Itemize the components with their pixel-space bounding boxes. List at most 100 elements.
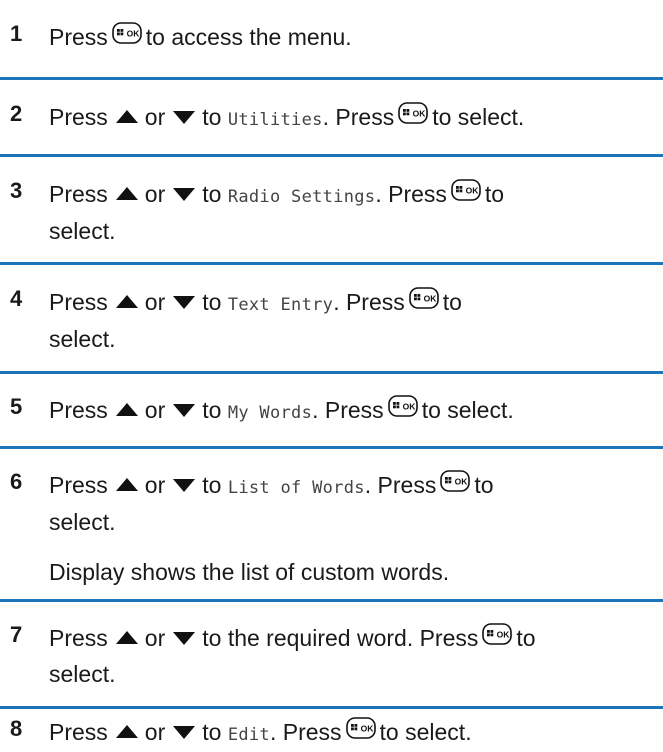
- svg-text:OK: OK: [497, 629, 511, 639]
- menu-item-name: Text Entry: [227, 295, 334, 315]
- menu-ok-key-icon: OK: [111, 19, 142, 53]
- menu-ok-key-glyph: OK: [451, 179, 481, 201]
- step-result-text: Display shows the list of custom words.: [49, 559, 450, 585]
- step-text: Press or to the required word. Press OK to s…: [49, 621, 655, 691]
- down-arrow-icon: [173, 296, 196, 310]
- svg-text:OK: OK: [360, 723, 374, 733]
- step-text-part: or: [144, 719, 166, 745]
- menu-ok-key-glyph: OK: [387, 395, 418, 417]
- down-arrow-icon: [173, 479, 196, 493]
- step-text-part: to: [202, 181, 222, 207]
- step-text-part: Press: [49, 472, 108, 498]
- menu-ok-key-glyph: OK: [408, 287, 439, 309]
- step-divider: [0, 446, 663, 449]
- step-text-part: select.: [49, 326, 116, 352]
- step-text-part: to select.: [432, 104, 525, 130]
- step-text: Press or to My Words. Press OK to select.: [49, 393, 655, 430]
- down-arrow-icon: [173, 726, 196, 740]
- step-text-part: select.: [49, 660, 116, 687]
- step-text-part: to: [202, 397, 222, 423]
- step-text-part: to access the menu.: [145, 24, 352, 50]
- step-text-part: to: [202, 472, 222, 498]
- menu-ok-key-glyph: OK: [398, 102, 429, 124]
- step-text-part: Press: [49, 24, 108, 50]
- up-arrow-icon: [115, 478, 138, 492]
- menu-ok-key-glyph: OK: [482, 623, 513, 645]
- up-arrow-icon: [115, 403, 138, 417]
- step-divider: [0, 77, 663, 80]
- step-text-part: . Press: [375, 181, 447, 207]
- up-arrow-icon: [115, 295, 138, 309]
- step-number: 6: [10, 469, 23, 494]
- step-text-part: to select.: [379, 719, 472, 745]
- step-text-part: or: [144, 104, 166, 130]
- svg-text:OK: OK: [455, 476, 469, 486]
- step-text: Press or to Edit. Press OK to select.: [49, 715, 655, 752]
- step-text: Press or to Radio Settings. Press OK to sele…: [49, 177, 655, 248]
- menu-item-name: Utilities: [227, 110, 323, 130]
- step-number: 7: [10, 622, 23, 647]
- step-text-part: or: [144, 289, 166, 315]
- up-arrow-icon: [115, 725, 138, 739]
- up-arrow-icon: [115, 187, 138, 201]
- step-number: 5: [10, 394, 23, 419]
- menu-ok-key-glyph: OK: [345, 717, 376, 739]
- up-arrow-icon: [115, 631, 138, 645]
- step-number: 4: [10, 286, 23, 311]
- step-text-part: or: [144, 625, 166, 651]
- step-text-part: to select.: [421, 397, 514, 423]
- step-text-part: Press: [49, 104, 108, 130]
- step-divider: [0, 599, 663, 602]
- svg-text:OK: OK: [413, 108, 427, 118]
- menu-item-name: My Words: [227, 403, 313, 423]
- menu-ok-key-glyph: OK: [111, 22, 142, 44]
- step-text-part: . Press: [333, 289, 405, 315]
- up-arrow-icon: [115, 110, 138, 124]
- svg-text:OK: OK: [466, 185, 480, 195]
- step-text-part: to: [202, 289, 222, 315]
- step-text-part: to the required word. Press: [202, 625, 479, 651]
- menu-ok-key-glyph: OK: [440, 470, 471, 492]
- svg-text:OK: OK: [126, 28, 140, 38]
- step-text: Press OK to access the menu.: [49, 20, 655, 56]
- step-number: 3: [10, 178, 23, 203]
- down-arrow-icon: [173, 404, 196, 418]
- step-text-part: or: [144, 472, 166, 498]
- step-text-part: to: [484, 181, 505, 207]
- step-text: Press or to Text Entry. Press OK to select.: [49, 285, 655, 356]
- step-text-part: Press: [49, 289, 108, 315]
- step-divider: [0, 154, 663, 157]
- step-divider: [0, 262, 663, 265]
- step-number: 8: [10, 716, 23, 741]
- menu-item-name: List of Words: [227, 478, 365, 498]
- menu-ok-key-icon: OK: [345, 714, 376, 748]
- step-text-part: select.: [49, 218, 116, 244]
- step-text-part: or: [144, 181, 166, 207]
- step-text-part: to: [474, 472, 494, 498]
- svg-text:OK: OK: [402, 401, 416, 411]
- step-text-part: select.: [49, 509, 116, 535]
- svg-text:OK: OK: [423, 293, 437, 303]
- step-text-part: Press: [49, 397, 108, 423]
- step-text-part: to: [516, 625, 536, 651]
- menu-ok-key-icon: OK: [387, 392, 418, 426]
- step-text-part: to: [202, 104, 222, 130]
- step-text-part: to: [442, 289, 462, 315]
- down-arrow-icon: [173, 632, 196, 646]
- step-divider: [0, 371, 663, 374]
- step-text-part: Press: [49, 719, 108, 745]
- step-divider: [0, 706, 663, 709]
- step-text-part: . Press: [322, 104, 395, 130]
- menu-item-name: Radio Settings: [227, 187, 376, 207]
- menu-ok-key-icon: OK: [451, 176, 481, 210]
- menu-ok-key-icon: OK: [440, 467, 471, 501]
- step-number: 1: [10, 21, 23, 46]
- step-text-part: Press: [49, 181, 108, 207]
- step-text: Press or to Utilities. Press OK to select.: [49, 100, 655, 137]
- step-text-part: . Press: [312, 397, 384, 423]
- down-arrow-icon: [173, 188, 196, 202]
- step-text-part: . Press: [364, 472, 437, 498]
- down-arrow-icon: [173, 111, 196, 125]
- step-number: 2: [10, 101, 23, 126]
- menu-ok-key-icon: OK: [398, 99, 429, 133]
